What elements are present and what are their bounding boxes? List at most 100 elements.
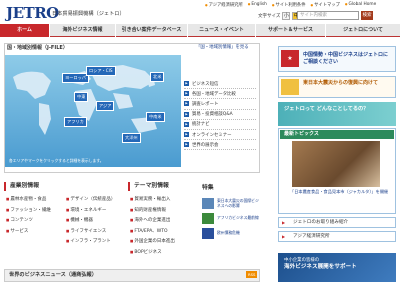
- link-initiatives-label: ジェトロのお取り組み紹介: [293, 220, 349, 225]
- theme-item[interactable]: 貿易実務・輸出入: [130, 194, 200, 205]
- link-ide[interactable]: アジア経済研究所: [278, 231, 396, 242]
- arrow-icon: ▶: [184, 81, 189, 87]
- feature-label: 東日本大震災の国際ビジネスへの影響: [217, 198, 259, 208]
- nav-about[interactable]: ジェトロについて: [326, 24, 400, 37]
- feature-list: 東日本大震災の国際ビジネスへの影響 アフリカビジネス最前線 欧州債務危機: [202, 196, 260, 241]
- feature-thumb: [202, 198, 214, 209]
- menu-business-news[interactable]: ▶ ビジネス短信: [184, 79, 256, 90]
- menu-data-compare[interactable]: ▶ 各国・地域データ比較: [184, 89, 256, 100]
- sme-banner-line2: 海外ビジネス展開をサポート: [284, 264, 357, 270]
- theme-item[interactable]: BOPビジネス: [130, 247, 200, 258]
- industry-list-1: 農林水産物・食品 ファッション・繊維 コンテンツ サービス: [6, 194, 66, 236]
- sme-support-banner[interactable]: 中小企業の皆様の 海外ビジネス展開をサポート: [278, 253, 396, 282]
- menu-stats[interactable]: ▶ 統計ナビ: [184, 120, 256, 130]
- font-size-label: 文字サイズ: [258, 14, 281, 19]
- sme-banner-line1: 中小企業の皆様の: [284, 258, 320, 263]
- search-input[interactable]: サイト内検索: [297, 11, 359, 20]
- feature-item-africa[interactable]: アフリカビジネス最前線: [202, 211, 260, 226]
- topics-photo[interactable]: [292, 141, 380, 187]
- region-north-america[interactable]: 北米: [150, 72, 165, 82]
- region-russia-cis[interactable]: ロシア・CIS: [86, 66, 116, 76]
- page: { "header": { "logo": "JETRO", "org_name…: [0, 0, 400, 282]
- theme-item[interactable]: 外国企業の日本進出: [130, 236, 200, 247]
- menu-seminar[interactable]: ▶ オンラインセミナー: [184, 130, 256, 141]
- search-button[interactable]: 検索: [361, 11, 373, 20]
- menu-label: 調査レポート: [192, 101, 219, 107]
- link-ide-label: アジア経済研究所: [293, 234, 330, 239]
- arrow-icon: ▶: [184, 111, 189, 117]
- map-note: 各エリアやマークをクリックすると詳細を表示します。: [9, 158, 104, 163]
- arrow-icon: ▶: [184, 132, 189, 138]
- china-banner-text: 中国情勢・中国ビジネスはジェトロにご相談ください: [303, 52, 389, 65]
- industry-item[interactable]: 機械・機器: [66, 215, 128, 226]
- top-link-ide[interactable]: アジア経済研究所: [205, 2, 243, 8]
- top-link-english[interactable]: English: [248, 2, 267, 8]
- arrow-icon: ▶: [184, 101, 189, 107]
- industry-item[interactable]: 環境・エネルギー: [66, 205, 128, 216]
- arrow-icon: ▶: [282, 220, 286, 225]
- theme-item[interactable]: 海外への企業進出: [130, 215, 200, 226]
- region-africa[interactable]: アフリカ: [64, 117, 87, 127]
- region-latin-america[interactable]: 中南米: [146, 112, 165, 122]
- feature-thumb: [202, 213, 214, 224]
- arrow-icon: ▶: [184, 91, 189, 97]
- menu-label: ビジネス短信: [192, 81, 219, 87]
- region-asia[interactable]: アジア: [96, 101, 115, 111]
- map-panel-link[interactable]: 「国・地域別情報」を見る: [196, 44, 249, 50]
- industry-item[interactable]: サービス: [6, 226, 66, 237]
- jetro-logo[interactable]: JETRO: [6, 4, 59, 22]
- nav-support-services[interactable]: サポート＆サービス: [256, 24, 326, 37]
- theme-list: 貿易実務・輸出入 知的財産権情報 海外への企業進出 FTA/EPA、WTO 外国…: [130, 194, 200, 257]
- feature-thumb: [202, 228, 214, 239]
- feature-item-quake[interactable]: 東日本大震災の国際ビジネスへの影響: [202, 196, 260, 211]
- nav-news-events[interactable]: ニュース・イベント: [188, 24, 256, 37]
- industry-item[interactable]: ライフサイエンス: [66, 226, 128, 237]
- industry-item[interactable]: ファッション・繊維: [6, 205, 66, 216]
- promo-title: ジェトロって どんなことしてるの？: [284, 106, 369, 112]
- menu-label: オンラインセミナー: [192, 132, 232, 138]
- about-jetro-promo[interactable]: ジェトロって どんなことしてるの？: [278, 102, 396, 126]
- industry-item[interactable]: デザイン（伝統産品）: [66, 194, 128, 205]
- world-business-news: 世界のビジネスニュース（通商弘報）: [4, 269, 260, 282]
- region-middle-east[interactable]: 中東: [74, 92, 89, 102]
- arrow-icon: ▶: [184, 142, 189, 148]
- org-name: 日本貿易振興機構（ジェトロ）: [52, 11, 125, 17]
- recovery-banner-text: 東日本大震災からの復興に向けて: [303, 80, 379, 86]
- nav-home[interactable]: ホーム: [0, 24, 50, 37]
- menu-label: 世界の展示会: [192, 142, 219, 148]
- industry-item[interactable]: コンテンツ: [6, 215, 66, 226]
- nav-trade-leads[interactable]: 引き合い案件データベース: [116, 24, 188, 37]
- map-menu-list: ▶ ビジネス短信 ▶ 各国・地域データ比較 ▶ 調査レポート ▶ 貿易・投資相談Q&A …: [184, 79, 256, 151]
- topics-caption[interactable]: 「日本農産食品・食品見本市（ジャカルタ）」を開催: [290, 189, 390, 195]
- link-initiatives[interactable]: ジェトロのお取り組み紹介: [278, 217, 396, 228]
- rss-badge[interactable]: RSS: [246, 271, 258, 278]
- feature-label: アフリカビジネス最前線: [217, 215, 259, 221]
- industry-item[interactable]: 農林水産物・食品: [6, 194, 66, 205]
- map-panel-title: 国・地域別情報（J-FILE）: [7, 45, 68, 51]
- feature-item-euro[interactable]: 欧州債務危機: [202, 226, 260, 241]
- theme-title: テーマ別情報: [128, 182, 198, 191]
- region-oceania[interactable]: 大洋州: [122, 133, 141, 143]
- nav-overseas-business[interactable]: 海外ビジネス情報: [50, 24, 116, 37]
- arrow-icon: ▶: [184, 121, 189, 127]
- feature-title: 特集: [202, 185, 214, 191]
- top-link-terms[interactable]: サイト利用条件: [272, 2, 305, 8]
- industry-title: 産業別情報: [4, 182, 122, 191]
- feature-label: 欧州債務危機: [217, 230, 240, 236]
- top-links: アジア経済研究所 English サイト利用条件 サイトマップ Global H…: [205, 2, 377, 8]
- font-size-small[interactable]: 小: [282, 12, 291, 20]
- menu-reports[interactable]: ▶ 調査レポート: [184, 99, 256, 110]
- main-nav: ホーム 海外ビジネス情報 引き合い案件データベース ニュース・イベント サポート…: [0, 24, 400, 37]
- top-link-global[interactable]: Global Home: [345, 2, 376, 8]
- theme-item[interactable]: FTA/EPA、WTO: [130, 226, 200, 237]
- menu-qa[interactable]: ▶ 貿易・投資相談Q&A: [184, 110, 256, 120]
- menu-label: 統計ナビ: [192, 122, 210, 128]
- region-europe[interactable]: ヨーロッパ: [62, 73, 89, 83]
- theme-item[interactable]: 知的財産権情報: [130, 205, 200, 216]
- recovery-thumb: [281, 79, 299, 95]
- top-link-sitemap[interactable]: サイトマップ: [311, 2, 340, 8]
- industry-list-2: デザイン（伝統産品） 環境・エネルギー 機械・機器 ライフサイエンス インフラ・…: [66, 194, 128, 247]
- industry-item[interactable]: インフラ・プラント: [66, 236, 128, 247]
- menu-label: 貿易・投資相談Q&A: [192, 112, 233, 118]
- menu-trade-fairs[interactable]: ▶ 世界の展示会: [184, 140, 256, 151]
